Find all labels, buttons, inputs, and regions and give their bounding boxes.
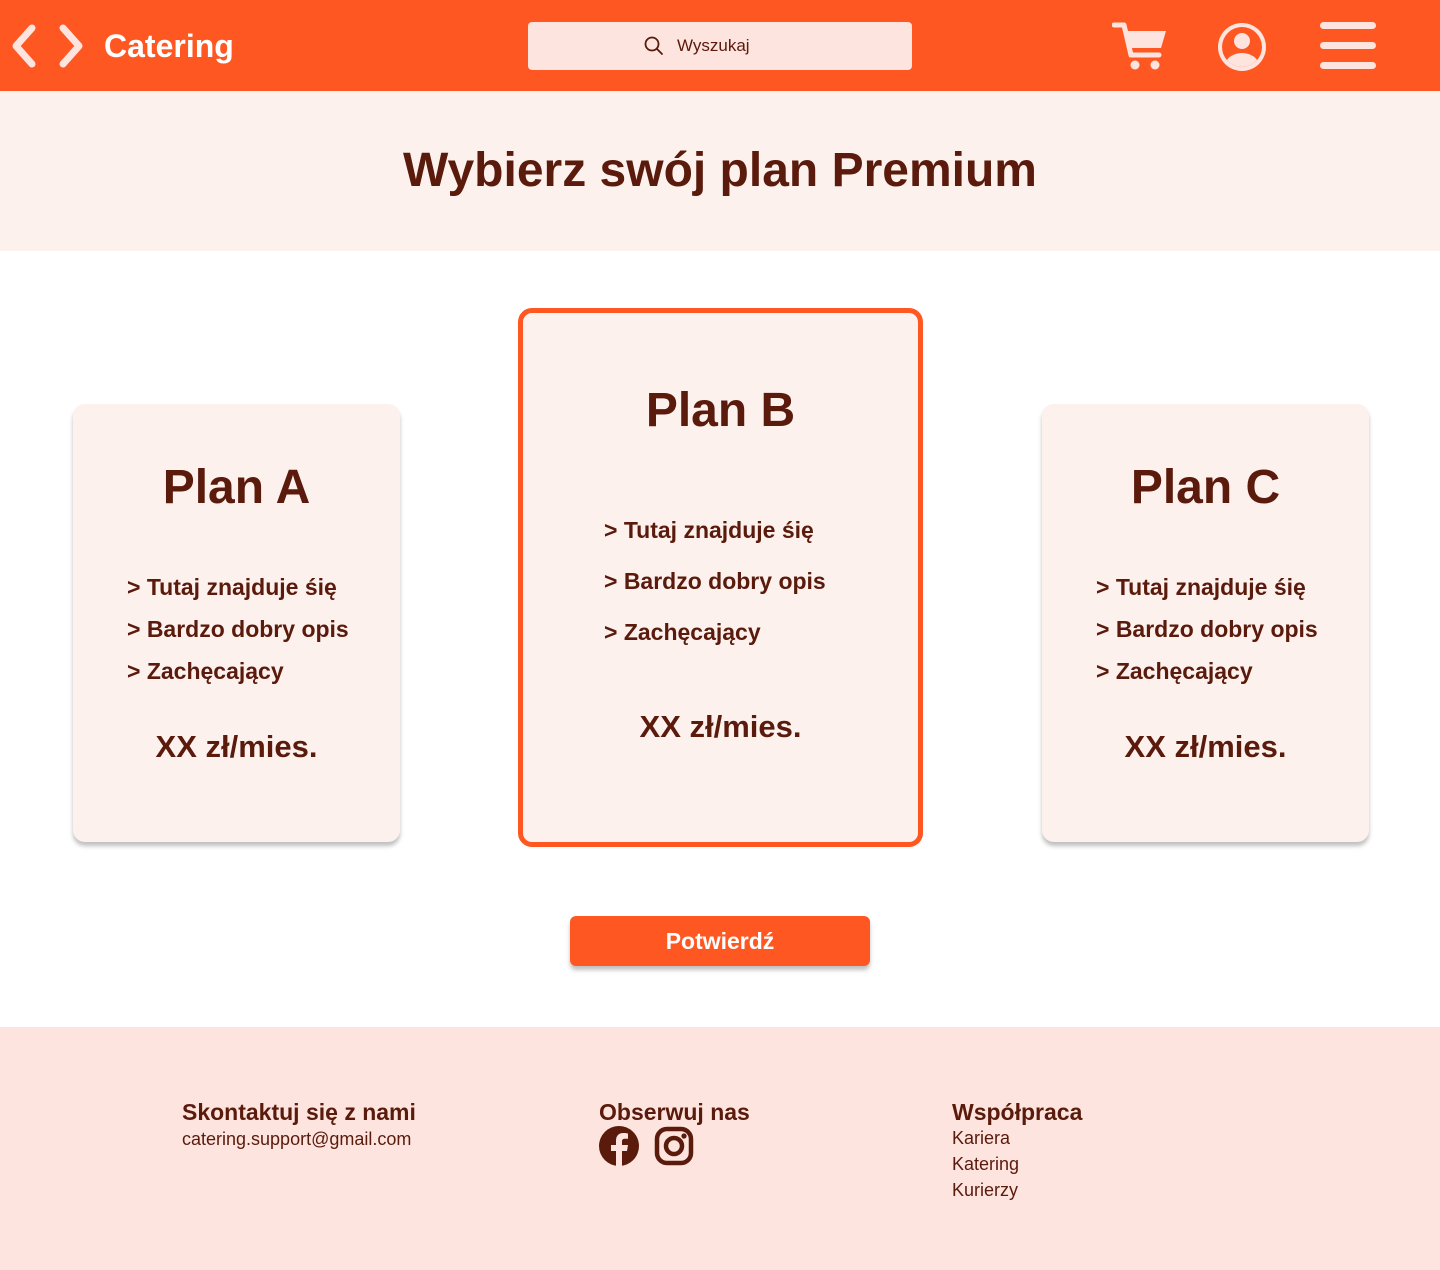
plan-price: XX zł/mies.: [1124, 729, 1287, 764]
footer-link-katering[interactable]: Katering: [952, 1151, 1019, 1177]
plan-feature: > Zachęcający: [1096, 658, 1253, 684]
footer-cooperation-links: Kariera Katering Kurierzy: [952, 1125, 1019, 1203]
plan-features: > Tutaj znajduje śię > Bardzo dobry opis…: [1042, 566, 1369, 692]
footer-cooperation-heading: Współpraca: [952, 1099, 1083, 1125]
plan-card-b[interactable]: Plan B > Tutaj znajduje śię > Bardzo dob…: [518, 308, 923, 847]
footer-link-kariera[interactable]: Kariera: [952, 1125, 1019, 1151]
top-navigation-bar: Catering: [0, 0, 1440, 91]
plan-feature: > Bardzo dobry opis: [1096, 616, 1318, 642]
plan-feature: > Zachęcający: [127, 658, 284, 684]
plan-feature: > Tutaj znajduje śię: [127, 574, 337, 600]
footer-contact-heading: Skontaktuj się z nami: [182, 1099, 416, 1125]
user-icon[interactable]: [1216, 21, 1268, 73]
plan-features: > Tutaj znajduje śię > Bardzo dobry opis…: [73, 566, 400, 692]
plan-feature: > Zachęcający: [604, 619, 761, 645]
plan-feature: > Tutaj znajduje śię: [1096, 574, 1306, 600]
search-icon: [644, 36, 663, 55]
page-title: Wybierz swój plan Premium: [403, 144, 1037, 197]
confirm-button[interactable]: Potwierdź: [570, 916, 870, 966]
plan-name: Plan B: [645, 384, 796, 437]
forward-arrow-icon[interactable]: [55, 24, 87, 68]
plan-feature: > Tutaj znajduje śię: [604, 517, 814, 543]
footer-contact-email[interactable]: catering.support@gmail.com: [182, 1126, 411, 1152]
search-input[interactable]: [677, 36, 797, 56]
plan-name: Plan A: [162, 461, 311, 514]
footer-link-kurierzy[interactable]: Kurierzy: [952, 1177, 1019, 1203]
plan-feature: > Bardzo dobry opis: [127, 616, 349, 642]
instagram-icon[interactable]: [654, 1126, 694, 1166]
search-bar[interactable]: [528, 22, 912, 70]
footer-follow-heading: Obserwuj nas: [599, 1099, 750, 1125]
back-arrow-icon[interactable]: [8, 24, 40, 68]
plan-price: XX zł/mies.: [155, 729, 318, 764]
plan-card-a[interactable]: Plan A > Tutaj znajduje śię > Bardzo dob…: [73, 404, 400, 842]
plan-features: > Tutaj znajduje śię > Bardzo dobry opis…: [523, 505, 918, 658]
brand-logo-text[interactable]: Catering: [104, 27, 234, 65]
plan-feature: > Bardzo dobry opis: [604, 568, 826, 594]
plan-price: XX zł/mies.: [639, 709, 802, 744]
plan-card-c[interactable]: Plan C > Tutaj znajduje śię > Bardzo dob…: [1042, 404, 1369, 842]
cart-icon[interactable]: [1112, 20, 1168, 72]
menu-icon[interactable]: [1320, 22, 1376, 70]
plan-name: Plan C: [1130, 461, 1281, 514]
facebook-icon[interactable]: [599, 1126, 639, 1166]
